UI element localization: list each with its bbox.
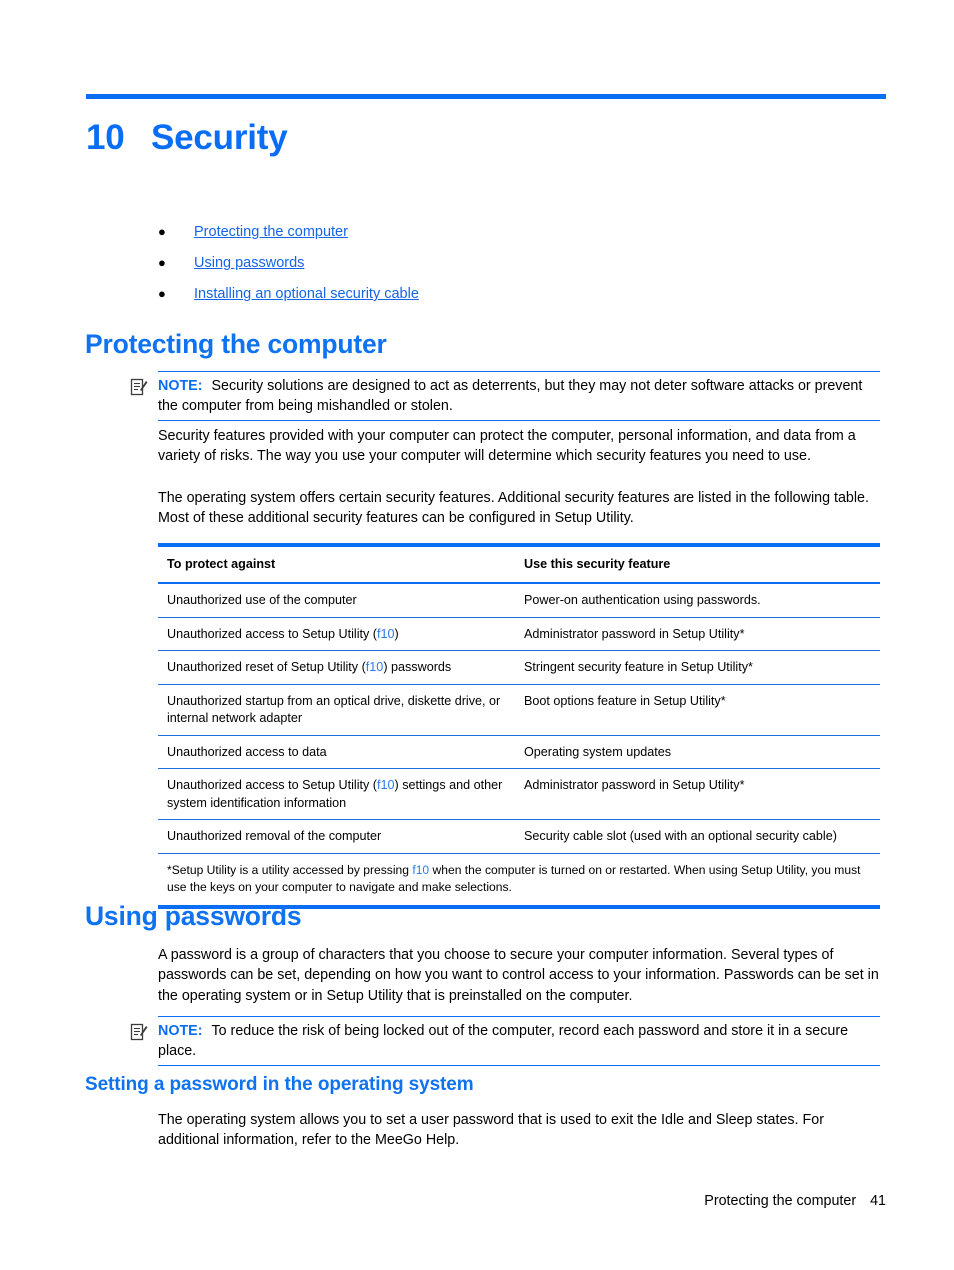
note-body: Security solutions are designed to act a…	[158, 378, 863, 415]
table-row: Unauthorized reset of Setup Utility (f10…	[158, 651, 880, 684]
fkey-label[interactable]: f10	[412, 863, 429, 877]
table-cell-security-feature: Boot options feature in Setup Utility*	[524, 693, 726, 708]
table-header-to-protect-against: To protect against	[167, 557, 276, 571]
fkey-label[interactable]: f10	[366, 660, 384, 674]
chapter-contents-list: ● Protecting the computer ● Using passwo…	[158, 224, 878, 317]
table-header-row: To protect against Use this security fea…	[158, 547, 880, 582]
chapter-top-rule	[86, 94, 886, 99]
heading-setting-a-password: Setting a password in the operating syst…	[85, 1074, 474, 1095]
table-row: Unauthorized startup from an optical dri…	[158, 685, 880, 735]
page-title: 10 Security	[86, 118, 288, 158]
table-row: Unauthorized use of the computer Power-o…	[158, 584, 880, 617]
paragraph-operating-system-features: The operating system offers certain secu…	[158, 490, 869, 527]
table-cell-security-feature: Power-on authentication using passwords.	[524, 593, 761, 607]
table-cell-security-feature: Administrator password in Setup Utility*	[524, 778, 745, 792]
table-cell-security-feature: Operating system updates	[524, 744, 672, 759]
toc-link-using-passwords[interactable]: Using passwords	[194, 255, 304, 271]
chapter-title-text: Security	[151, 118, 288, 157]
table-row: Unauthorized access to Setup Utility (f1…	[158, 769, 880, 819]
chapter-number: 10	[86, 118, 125, 157]
paragraph-password-definition: A password is a group of characters that…	[158, 947, 879, 1004]
list-item[interactable]: ● Installing an optional security cable	[158, 286, 878, 302]
list-item[interactable]: ● Protecting the computer	[158, 224, 878, 240]
heading-using-passwords: Using passwords	[85, 901, 302, 931]
note-label: NOTE:	[158, 1023, 203, 1039]
table-header-use-this-security-feature: Use this security feature	[524, 557, 671, 571]
page-footer: Protecting the computer 41	[704, 1193, 886, 1209]
table-cell-protect-against: Unauthorized reset of Setup Utility (f10…	[167, 660, 452, 674]
table-cell-protect-against: Unauthorized access to data	[167, 744, 327, 759]
table-cell-protect-against: Unauthorized access to Setup Utility (f1…	[167, 778, 503, 810]
table-footnote: *Setup Utility is a utility accessed by …	[167, 862, 861, 894]
note-body: To reduce the risk of being locked out o…	[158, 1023, 849, 1060]
footer-page-number: 41	[870, 1193, 886, 1209]
footer-section-label: Protecting the computer	[704, 1193, 857, 1209]
heading-protecting-the-computer: Protecting the computer	[85, 329, 387, 359]
toc-link-installing-security-cable[interactable]: Installing an optional security cable	[194, 286, 419, 302]
table-cell-protect-against: Unauthorized use of the computer	[167, 593, 357, 607]
table-cell-security-feature: Security cable slot (used with an option…	[524, 829, 837, 843]
note-text: NOTE: To reduce the risk of being locked …	[158, 1021, 880, 1062]
fkey-label[interactable]: f10	[377, 778, 395, 792]
table-row: Unauthorized removal of the computer Sec…	[158, 820, 880, 853]
note-icon	[130, 378, 148, 396]
note-text: NOTE: Security solutions are designed to …	[158, 376, 880, 417]
security-features-table: To protect against Use this security fea…	[158, 543, 880, 909]
paragraph-security-features: Security features provided with your com…	[158, 428, 856, 465]
paragraph-setting-password: The operating system allows you to set a…	[158, 1112, 824, 1149]
toc-link-protecting-the-computer[interactable]: Protecting the computer	[194, 224, 348, 240]
table-cell-protect-against: Unauthorized access to Setup Utility (f1…	[167, 626, 399, 641]
table-cell-protect-against: Unauthorized startup from an optical dri…	[167, 693, 501, 726]
note-label: NOTE:	[158, 378, 203, 394]
document-page: 10 Security ● Protecting the computer ● U…	[0, 0, 954, 1270]
note-block-passwords: NOTE: To reduce the risk of being locked …	[130, 1016, 880, 1066]
table-row: Unauthorized access to Setup Utility (f1…	[158, 618, 880, 651]
table-cell-protect-against: Unauthorized removal of the computer	[167, 829, 382, 843]
note-icon	[130, 1023, 148, 1041]
bullet-icon: ●	[158, 255, 166, 270]
note-block-protecting: NOTE: Security solutions are designed to …	[130, 371, 880, 421]
list-item[interactable]: ● Using passwords	[158, 255, 878, 271]
table-cell-security-feature: Administrator password in Setup Utility*	[524, 626, 745, 641]
table-row: Unauthorized access to data Operating sy…	[158, 736, 880, 769]
bullet-icon: ●	[158, 286, 166, 301]
table-cell-security-feature: Stringent security feature in Setup Util…	[524, 660, 753, 674]
fkey-label[interactable]: f10	[377, 627, 395, 641]
bullet-icon: ●	[158, 224, 166, 239]
